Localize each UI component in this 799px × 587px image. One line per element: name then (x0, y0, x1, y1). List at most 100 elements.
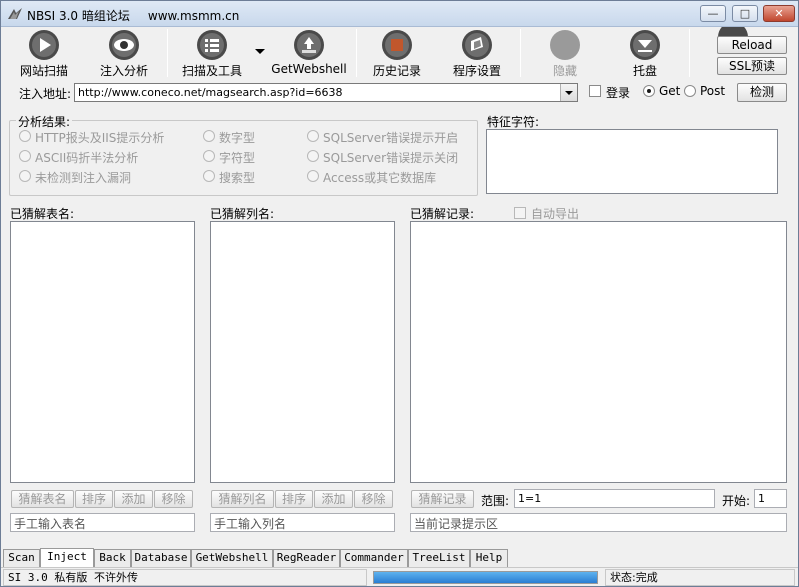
window-title: NBSI 3.0 暗组论坛 www.msmm.cn (27, 7, 239, 24)
get-radio[interactable] (643, 85, 655, 97)
records-listbox[interactable] (410, 221, 787, 483)
tab-scan[interactable]: Scan (3, 549, 40, 567)
sort-tables-label: 排序 (81, 492, 106, 506)
guess-columns-button[interactable]: 猜解列名 (211, 490, 274, 508)
scan-tools-label: 扫描及工具 (181, 64, 242, 78)
scan-site-button[interactable]: 网站扫描 (15, 27, 73, 79)
tab-inject[interactable]: Inject (40, 548, 94, 567)
guess-tables-button[interactable]: 猜解表名 (11, 490, 74, 508)
progress-bar (373, 571, 598, 584)
tab-label: RegReader (276, 551, 337, 564)
tab-help[interactable]: Help (470, 549, 508, 567)
recycle-icon (294, 30, 324, 60)
eye-icon (109, 30, 139, 60)
settings-button[interactable]: 程序设置 (449, 27, 505, 79)
guess-records-label: 猜解记录 (418, 492, 467, 506)
settings-label: 程序设置 (452, 64, 501, 78)
app-logo-icon (8, 8, 22, 19)
analysis-radio-access[interactable] (307, 170, 319, 182)
analysis-radio-numeric[interactable] (203, 130, 215, 142)
auto-export-checkbox[interactable] (514, 207, 526, 219)
feature-textarea[interactable] (486, 129, 778, 194)
get-label: Get (659, 84, 681, 98)
login-checkbox[interactable] (589, 85, 601, 97)
analysis-radio-sqlerr-on[interactable] (307, 130, 319, 142)
toolbar-separator (356, 29, 357, 77)
tab-label: Back (99, 551, 126, 564)
tab-label: Help (475, 551, 503, 564)
getwebshell-button[interactable]: GetWebshell (271, 27, 347, 79)
reload-label: Reload (731, 38, 773, 52)
scan-site-label: 网站扫描 (19, 64, 68, 78)
tab-back[interactable]: Back (94, 549, 131, 567)
reload-button[interactable]: Reload (717, 36, 787, 54)
progress-fill (374, 572, 597, 583)
tab-treelist[interactable]: TreeList (408, 549, 470, 567)
tables-listbox[interactable] (10, 221, 195, 483)
remove-column-button[interactable]: 移除 (354, 490, 393, 508)
add-column-button[interactable]: 添加 (314, 490, 353, 508)
tab-commander[interactable]: Commander (340, 549, 408, 567)
tab-getwebshell[interactable]: GetWebshell (191, 549, 273, 567)
hide-button[interactable]: 隐藏 (539, 27, 591, 79)
remove-table-button[interactable]: 移除 (154, 490, 193, 508)
inject-url-combobox[interactable]: http://www.coneco.net/magsearch.asp?id=6… (74, 83, 578, 102)
range-label: 范围: (481, 494, 510, 508)
add-table-label: 添加 (121, 492, 146, 506)
tables-title: 已猜解表名: (10, 207, 75, 221)
analysis-title: 分析结果: (16, 113, 73, 130)
record-hint-input[interactable]: 当前记录提示区 (410, 513, 787, 532)
columns-listbox[interactable] (210, 221, 395, 483)
analysis-radio-string[interactable] (203, 150, 215, 162)
minimize-button[interactable]: — (700, 5, 726, 22)
add-table-button[interactable]: 添加 (114, 490, 153, 508)
range-input[interactable]: 1=1 (514, 489, 715, 508)
title-bar[interactable]: NBSI 3.0 暗组论坛 www.msmm.cn — □ ✕ (1, 1, 798, 27)
inject-url-label: 注入地址: (19, 87, 72, 101)
start-value: 1 (758, 492, 765, 505)
close-button[interactable]: ✕ (763, 5, 795, 22)
scan-tools-dropdown-icon[interactable] (255, 49, 265, 54)
tray-button[interactable]: 托盘 (619, 27, 671, 79)
tray-icon (630, 30, 660, 60)
maximize-button[interactable]: □ (732, 5, 758, 22)
sort-tables-button[interactable]: 排序 (75, 490, 113, 508)
analysis-radio-search[interactable] (203, 170, 215, 182)
history-button[interactable]: 历史记录 (369, 27, 425, 79)
analysis-option-ascii: ASCII码折半法分析 (35, 151, 139, 165)
title-site: www.msmm.cn (147, 9, 240, 23)
remove-table-label: 移除 (161, 492, 186, 506)
app-title: NBSI 3.0 暗组论坛 (27, 9, 130, 23)
analysis-radio-none[interactable] (19, 170, 31, 182)
scan-tools-button[interactable]: 扫描及工具 (178, 27, 246, 79)
analysis-radio-sqlerr-off[interactable] (307, 150, 319, 162)
manual-column-placeholder: 手工输入列名 (214, 517, 287, 531)
list-icon (197, 30, 227, 60)
sort-columns-label: 排序 (281, 492, 306, 506)
detect-button[interactable]: 检测 (737, 83, 787, 102)
auto-export-label: 自动导出 (531, 207, 580, 221)
sort-columns-button[interactable]: 排序 (275, 490, 313, 508)
post-label: Post (700, 84, 726, 98)
analysis-option-none: 未检测到注入漏洞 (35, 171, 132, 185)
chevron-down-icon[interactable] (560, 84, 577, 101)
inject-analysis-button[interactable]: 注入分析 (95, 27, 153, 79)
range-value: 1=1 (518, 492, 542, 505)
ssl-preread-button[interactable]: SSL预读 (717, 57, 787, 75)
tab-regreader[interactable]: RegReader (273, 549, 340, 567)
post-radio[interactable] (684, 85, 696, 97)
add-column-label: 添加 (321, 492, 346, 506)
start-input[interactable]: 1 (754, 489, 787, 508)
ssl-preread-label: SSL预读 (729, 59, 775, 73)
record-hint-placeholder: 当前记录提示区 (414, 517, 499, 531)
tab-database[interactable]: Database (131, 549, 191, 567)
history-label: 历史记录 (372, 64, 421, 78)
maximize-icon: □ (739, 7, 751, 20)
stop-icon (382, 30, 412, 60)
manual-column-input[interactable]: 手工输入列名 (210, 513, 395, 532)
hide-icon (550, 30, 580, 60)
analysis-radio-ascii[interactable] (19, 150, 31, 162)
manual-table-input[interactable]: 手工输入表名 (10, 513, 195, 532)
guess-records-button[interactable]: 猜解记录 (411, 490, 474, 508)
analysis-radio-http[interactable] (19, 130, 31, 142)
